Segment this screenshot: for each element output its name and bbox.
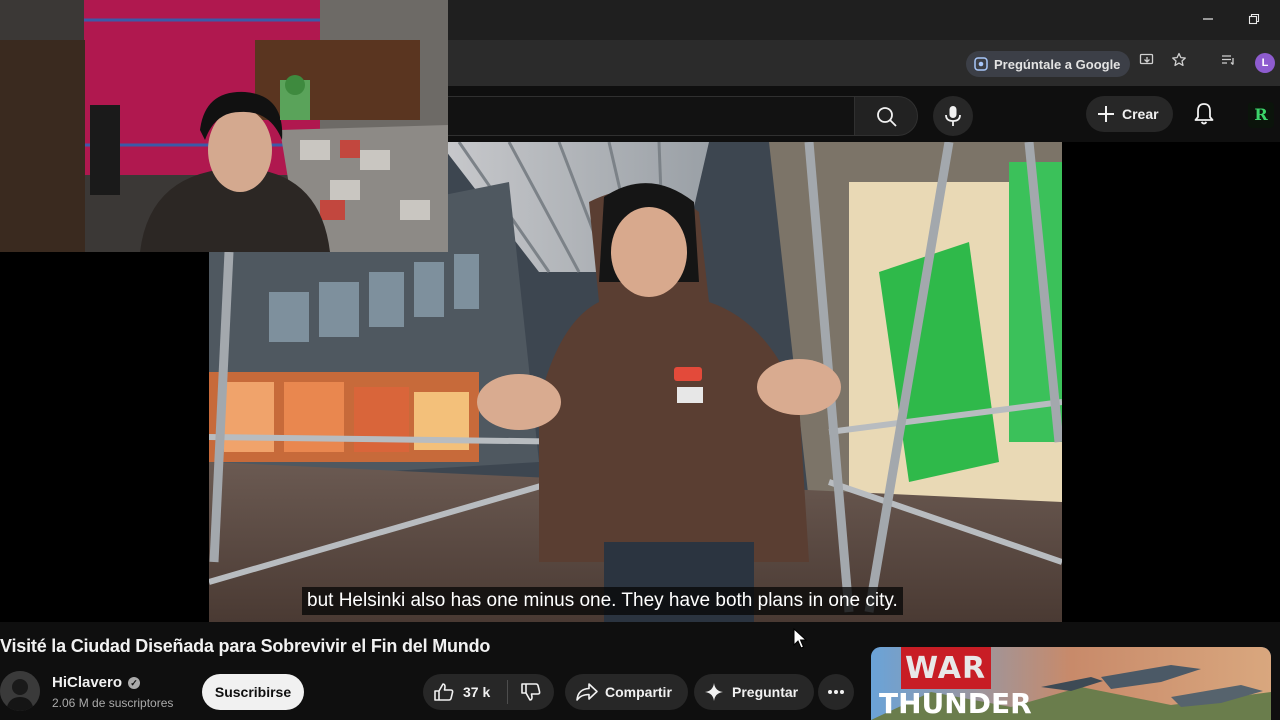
- ad-brand-line-1: WAR: [905, 651, 987, 686]
- profile-avatar[interactable]: L: [1255, 53, 1275, 73]
- ask-button[interactable]: Preguntar: [694, 674, 815, 710]
- thumbs-down-icon: [521, 683, 541, 701]
- like-count: 37 k: [463, 684, 491, 700]
- ad-brand-line-2: THUNDER: [879, 687, 1032, 720]
- video-subtitle: but Helsinki also has one minus one. The…: [302, 587, 903, 615]
- channel-name-row[interactable]: HiClavero ✓: [52, 674, 141, 691]
- sparkle-icon: [705, 683, 723, 701]
- mouse-cursor-icon: [793, 627, 809, 650]
- like-button[interactable]: 37 k: [423, 674, 507, 710]
- subscribe-button[interactable]: Suscribirse: [202, 674, 304, 710]
- verified-check-icon: ✓: [128, 676, 141, 689]
- create-button[interactable]: Crear: [1086, 96, 1173, 132]
- webcam-image: [0, 0, 448, 252]
- install-app-icon[interactable]: [1136, 52, 1158, 74]
- microphone-icon: [945, 106, 961, 126]
- reading-list-icon[interactable]: [1217, 52, 1239, 74]
- voice-search-button[interactable]: [933, 96, 973, 136]
- lens-icon: [974, 57, 988, 71]
- share-button[interactable]: Compartir: [565, 674, 688, 710]
- ask-google-label: Pregúntale a Google: [994, 56, 1121, 72]
- search-button[interactable]: [854, 96, 918, 136]
- ask-google-button[interactable]: Pregúntale a Google: [966, 51, 1131, 77]
- share-arrow-icon: [576, 683, 598, 701]
- channel-avatar[interactable]: [0, 671, 40, 711]
- minimize-icon[interactable]: [1194, 8, 1222, 32]
- webcam-overlay: [0, 0, 448, 252]
- like-dislike-group: 37 k: [423, 674, 554, 710]
- dislike-button[interactable]: [508, 674, 554, 710]
- bookmark-star-icon[interactable]: [1168, 52, 1190, 74]
- channel-name[interactable]: HiClavero: [52, 674, 122, 691]
- search-input[interactable]: [448, 96, 854, 136]
- ask-label: Preguntar: [732, 684, 799, 700]
- more-actions-button[interactable]: [818, 674, 854, 710]
- plus-icon: [1098, 106, 1114, 122]
- video-title: Visité la Ciudad Diseñada para Sobrevivi…: [0, 636, 491, 656]
- share-label: Compartir: [605, 684, 672, 700]
- account-avatar[interactable]: R: [1248, 102, 1274, 128]
- restore-icon[interactable]: [1240, 8, 1268, 32]
- create-label: Crear: [1122, 106, 1159, 122]
- thumbs-up-icon: [434, 683, 454, 701]
- more-horizontal-icon: [828, 690, 844, 694]
- subscriber-count: 2.06 M de suscriptores: [52, 696, 174, 710]
- notifications-bell-icon[interactable]: [1190, 100, 1218, 128]
- ad-banner[interactable]: WAR THUNDER: [871, 647, 1271, 720]
- search-icon: [877, 107, 897, 127]
